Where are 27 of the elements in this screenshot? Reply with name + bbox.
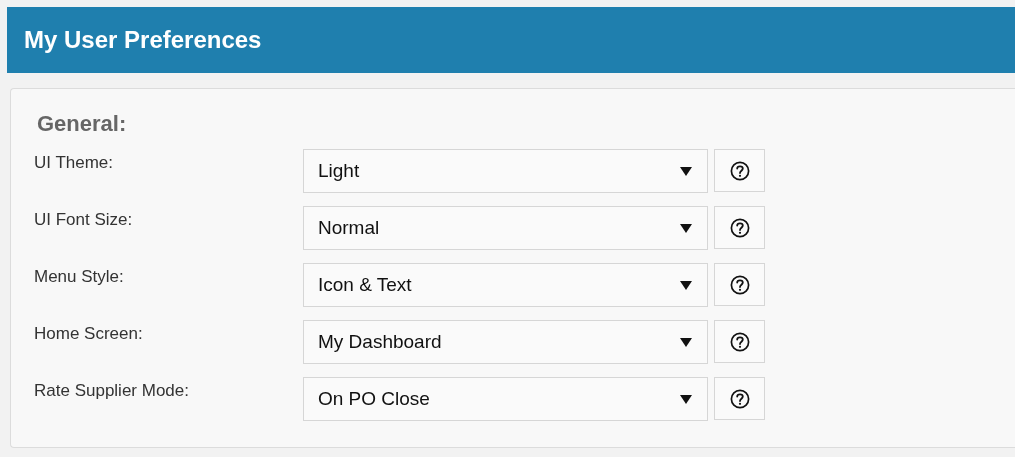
- help-icon: [729, 217, 750, 238]
- caret-icon: [680, 223, 692, 233]
- help-icon: [729, 160, 750, 181]
- page-title: My User Preferences: [24, 26, 262, 54]
- help-icon: [729, 388, 750, 409]
- help-button[interactable]: [714, 377, 765, 420]
- setting-label: Menu Style:: [34, 266, 125, 287]
- setting-label: Home Screen:: [34, 323, 144, 344]
- caret-icon: [680, 280, 692, 290]
- dropdown[interactable]: Normal: [303, 206, 708, 250]
- setting-label: UI Theme:: [34, 152, 115, 173]
- help-button[interactable]: [714, 149, 765, 192]
- dropdown[interactable]: Icon & Text: [303, 263, 708, 307]
- help-button[interactable]: [714, 263, 765, 306]
- setting-label: Rate Supplier Mode:: [34, 380, 190, 401]
- section-title: General:: [37, 111, 128, 137]
- caret-icon: [680, 394, 692, 404]
- help-button[interactable]: [714, 320, 765, 363]
- help-icon: [729, 331, 750, 352]
- dropdown[interactable]: On PO Close: [303, 377, 708, 421]
- dropdown[interactable]: My Dashboard: [303, 320, 708, 364]
- setting-label: UI Font Size:: [34, 209, 134, 230]
- help-icon: [729, 274, 750, 295]
- caret-icon: [680, 166, 692, 176]
- dropdown[interactable]: Light: [303, 149, 708, 193]
- caret-icon: [680, 337, 692, 347]
- help-button[interactable]: [714, 206, 765, 249]
